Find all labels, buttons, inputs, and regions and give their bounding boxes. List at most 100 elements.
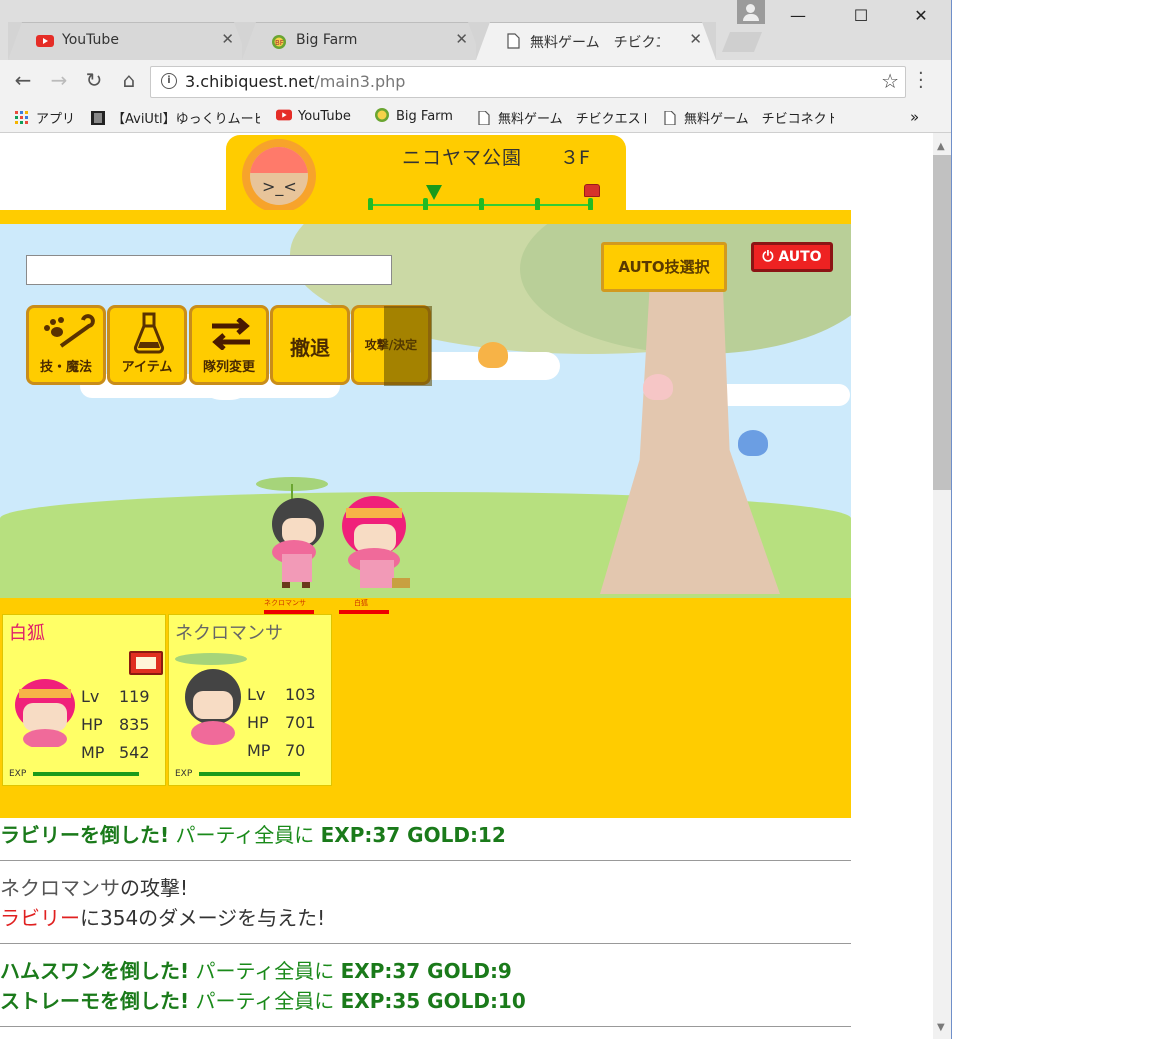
page-icon (478, 111, 490, 125)
white-fox-sprite[interactable] (332, 494, 422, 594)
youtube-icon (36, 35, 54, 47)
tab-title: YouTube (62, 32, 119, 48)
log-divider (0, 1026, 851, 1027)
close-icon[interactable]: ✕ (689, 30, 702, 48)
mp-value: 70 (285, 741, 306, 760)
scroll-down-icon[interactable]: ▼ (937, 1022, 945, 1033)
bookmarks-bar: アプリ 【AviUtl】ゆっくりムービーメ YouTube Big Farm 無… (0, 102, 951, 133)
scrollbar-thumb[interactable] (933, 155, 951, 490)
necromancer-portrait (175, 653, 247, 745)
exp-label: EXP (175, 769, 193, 779)
command-label: 技・魔法 (39, 360, 92, 375)
floor-label: ３F (560, 147, 590, 169)
bookmark-bigfarm[interactable]: Big Farm (374, 108, 453, 124)
bookmark-youtube[interactable]: YouTube (276, 108, 351, 124)
field-name-necromancer: ネクロマンサ (264, 599, 306, 607)
close-icon[interactable]: ✕ (221, 30, 234, 48)
film-icon (91, 111, 105, 125)
white-fox-portrait (15, 679, 75, 747)
command-label: 撤退 (290, 336, 330, 360)
tab-title: 無料ゲーム チビクエスト３ (530, 35, 660, 51)
bookmarks-overflow[interactable]: » (910, 108, 919, 126)
page-content: >_< ニコヤマ公園 ３F AUTO技選択 ⏻ AUTO 技・魔法 アイテム 隊… (0, 133, 933, 1039)
message-input[interactable] (26, 255, 392, 285)
log-divider (0, 943, 851, 944)
bookmark-chibiconnect[interactable]: 無料ゲーム チビコネクト (662, 108, 834, 127)
retreat-button[interactable]: 撤退 (270, 305, 350, 385)
location-header: >_< ニコヤマ公園 ３F (226, 135, 626, 215)
profile-icon[interactable] (737, 0, 765, 24)
swap-arrows-icon (212, 318, 250, 350)
hp-value: 701 (285, 713, 316, 732)
info-icon[interactable]: i (161, 73, 177, 89)
member-stats: Lv 119 HP 835 MP 542 (81, 687, 150, 762)
power-icon: ⏻ (762, 249, 779, 265)
log-entry: ハムスワンを倒した! パーティ全員に EXP:37 GOLD:9 ストレーモを倒… (0, 959, 526, 1013)
page-icon (507, 33, 520, 49)
toolbar: ← → ↻ ⌂ i 3.chibiquest.net/main3.php ☆ ·… (0, 60, 951, 102)
hp-value: 835 (119, 715, 150, 734)
button-cooldown-overlay (384, 306, 432, 386)
skill-magic-button[interactable]: 技・魔法 (26, 305, 106, 385)
back-icon[interactable]: ← (8, 68, 38, 92)
scroll-up-icon[interactable]: ▲ (937, 141, 945, 152)
bigfarm-icon: BF (272, 35, 286, 49)
member-name: 白狐 (9, 623, 45, 644)
mp-value: 542 (119, 743, 150, 762)
bigfarm-icon (375, 108, 389, 122)
log-divider (0, 860, 851, 861)
exp-label: EXP (9, 769, 27, 779)
bookmark-apps[interactable]: アプリ (14, 108, 75, 127)
close-icon[interactable]: ✕ (455, 30, 468, 48)
tab-strip: YouTube ✕ BF Big Farm ✕ 無料ゲーム チビクエスト３ ✕ … (0, 0, 951, 60)
kebab-menu-icon[interactable]: · · · (918, 65, 924, 97)
bookmark-aviutl[interactable]: 【AviUtl】ゆっくりムービーメ (90, 108, 260, 127)
player-avatar[interactable]: >_< (242, 139, 316, 213)
auto-skill-select-button[interactable]: AUTO技選択 (601, 242, 727, 292)
minimize-button[interactable]: — (775, 6, 821, 25)
home-icon[interactable]: ⌂ (114, 68, 144, 92)
field-name-white-fox: 白狐 (354, 599, 368, 607)
party-member-card[interactable]: ネクロマンサ Lv 103 HP 701 MP 70 EXP (168, 614, 332, 786)
page-icon (664, 111, 676, 125)
party-member-card[interactable]: 白狐 Lv 119 HP 835 MP 542 EXP (2, 614, 166, 786)
bookmark-chibiquest[interactable]: 無料ゲーム チビクエスト (476, 108, 646, 127)
url-text[interactable]: 3.chibiquest.net/main3.php (185, 72, 405, 91)
browser-window: YouTube ✕ BF Big Farm ✕ 無料ゲーム チビクエスト３ ✕ … (0, 0, 952, 1039)
necromancer-sprite[interactable] (252, 474, 332, 589)
bookmark-star-icon[interactable]: ☆ (881, 69, 899, 93)
member-stats: Lv 103 HP 701 MP 70 (247, 685, 316, 760)
exp-bar (33, 772, 139, 776)
new-tab-button[interactable] (722, 32, 762, 52)
log-entry: ラビリーを倒した! パーティ全員に EXP:37 GOLD:12 (0, 823, 506, 847)
item-button[interactable]: アイテム (107, 305, 187, 385)
butterfly (643, 374, 673, 400)
treasure-chest-icon (584, 184, 600, 197)
command-label: 隊列変更 (202, 360, 255, 375)
potion-icon (133, 312, 165, 354)
status-card-icon[interactable] (129, 651, 163, 675)
butterfly (478, 342, 508, 368)
location-name: ニコヤマ公園 (402, 147, 523, 169)
butterfly (738, 430, 768, 456)
game-area: AUTO技選択 ⏻ AUTO 技・魔法 アイテム 隊列変更 撤退 ネクロマンサ … (0, 210, 851, 818)
address-bar[interactable]: i 3.chibiquest.net/main3.php ☆ (150, 66, 906, 98)
maximize-button[interactable]: ☐ (838, 6, 884, 25)
member-name: ネクロマンサ (175, 623, 283, 644)
level-value: 119 (119, 687, 150, 706)
bird (208, 384, 244, 400)
battle-log: ラビリーを倒した! パーティ全員に EXP:37 GOLD:12 ネクロマンサの… (0, 818, 851, 1037)
log-entry: ネクロマンサの攻撃! ラビリーに354のダメージを与えた! (0, 876, 326, 930)
exp-bar (199, 772, 300, 776)
tab-bigfarm[interactable]: BF Big Farm ✕ (242, 22, 482, 60)
reload-icon[interactable]: ↻ (79, 68, 109, 92)
tab-youtube[interactable]: YouTube ✕ (8, 22, 248, 60)
forward-icon[interactable]: → (44, 68, 74, 92)
formation-change-button[interactable]: 隊列変更 (189, 305, 269, 385)
paw-wand-icon (44, 314, 95, 348)
close-window-button[interactable]: ✕ (898, 6, 944, 25)
auto-toggle-button[interactable]: ⏻ AUTO (751, 242, 833, 272)
tab-chibiquest[interactable]: 無料ゲーム チビクエスト３ ✕ (476, 22, 716, 60)
youtube-icon (276, 109, 292, 121)
apps-grid-icon (15, 111, 28, 124)
